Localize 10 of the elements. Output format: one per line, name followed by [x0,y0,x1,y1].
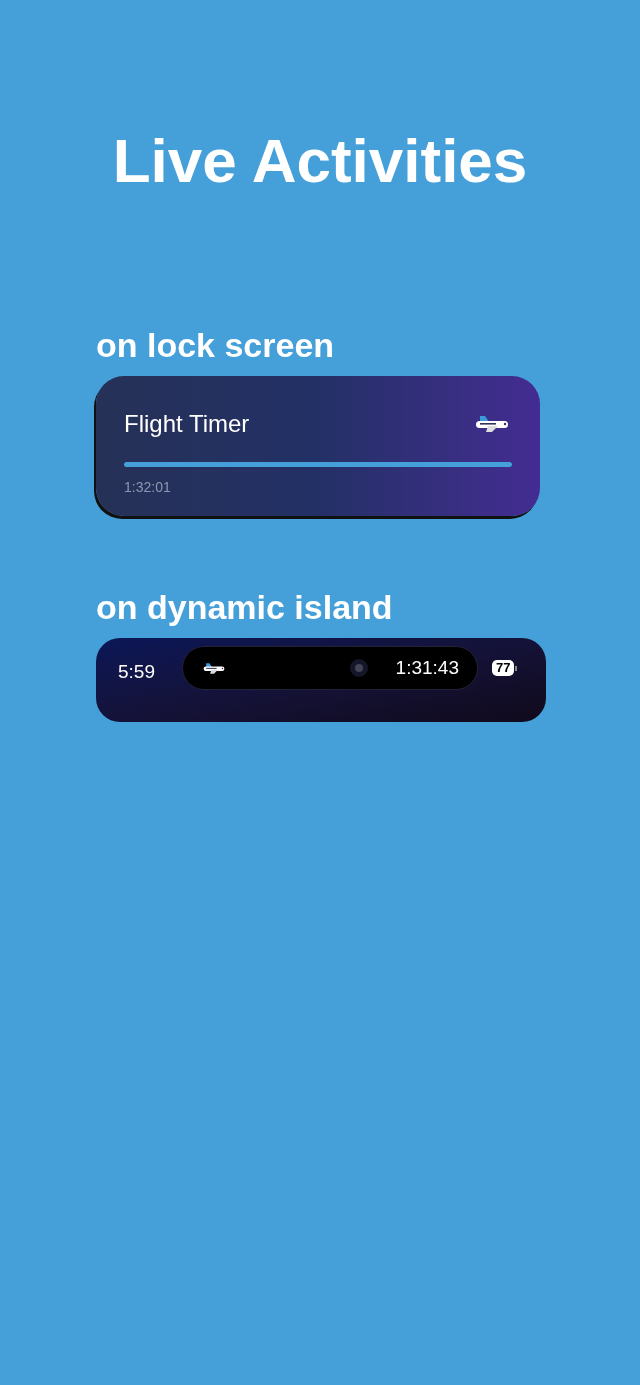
section-heading: on lock screen [96,328,336,362]
clock-time: 5:59 [118,660,156,684]
elapsed-time: 1:32:01 [124,478,172,497]
camera-icon [349,659,368,677]
section-heading: on dynamic island [96,590,394,624]
timer-text: 1:31:43 [395,655,459,680]
page-title: Live Activities [112,130,528,192]
battery-icon: 77 [492,660,518,676]
activity-title: Flight Timer [124,409,250,439]
airplane-icon [201,661,227,675]
